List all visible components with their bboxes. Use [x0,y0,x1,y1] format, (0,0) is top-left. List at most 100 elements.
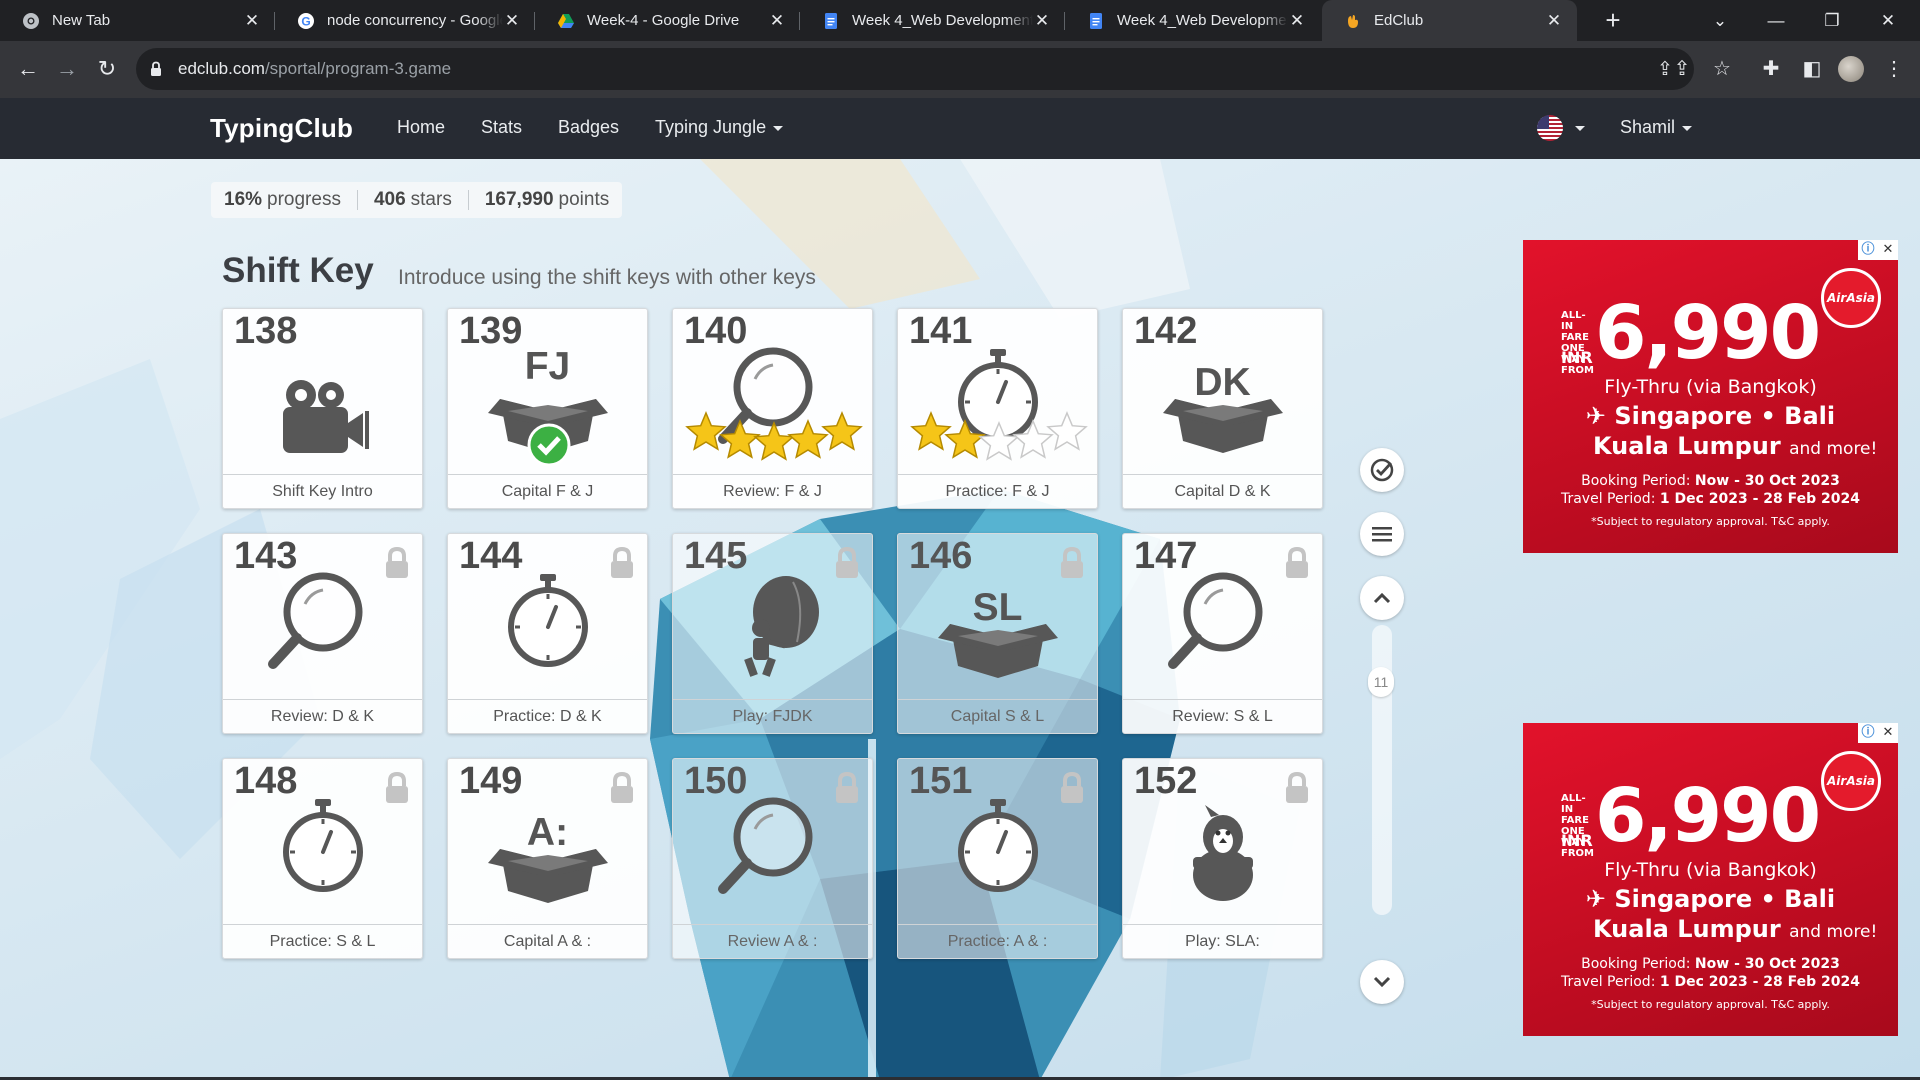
close-tab-icon[interactable]: ✕ [1288,11,1306,30]
tab-title: Week 4_Web Development [852,12,1033,29]
lesson-card-147[interactable]: 147 Review: S & L [1122,533,1323,734]
program-map: 16% progress 406 stars 167,990 points Shift… [0,159,1920,1080]
check-progress-button[interactable] [1360,448,1404,492]
tab-title: Week 4_Web Development [1117,12,1288,29]
lesson-card-148[interactable]: 148 Practice: S & L [222,758,423,959]
forward-icon[interactable]: → [51,53,83,85]
close-icon[interactable]: ✕ [1878,240,1898,260]
ad-fine-print: *Subject to regulatory approval. T&C app… [1591,998,1830,1011]
scroll-down-button[interactable] [1360,960,1404,1004]
back-icon[interactable]: ← [12,53,44,85]
ad-destinations: ✈ Singapore • Bali [1585,885,1836,913]
lock-icon [608,771,636,810]
close-icon[interactable]: ✕ [1878,723,1898,743]
lesson-card-152[interactable]: 152 Play: SLA: [1122,758,1323,959]
completed-check-icon [527,423,571,472]
close-tab-icon[interactable]: ✕ [243,11,261,30]
site-navbar: TypingClub Home Stats Badges Typing Jung… [0,98,1920,159]
lesson-label: Review: F & J [673,474,872,508]
user-menu[interactable]: Shamil [1620,117,1693,138]
share-page-icon[interactable]: ⇪ [1666,53,1698,85]
extensions-puzzle-icon[interactable]: ✚ [1755,53,1787,85]
lesson-card-144[interactable]: 144 Practice: D & K [447,533,648,734]
lesson-card-151[interactable]: 151 Practice: A & : [897,758,1098,959]
airasia-ad-top[interactable]: ⓘ ✕ AirAsia ALL-IN FARE ONE WAY FROM INR … [1523,240,1898,553]
new-tab-button[interactable]: + [1597,5,1629,37]
info-icon[interactable]: ⓘ [1858,240,1878,260]
ad-fly-thru: Fly-Thru (via Bangkok) [1604,376,1817,398]
brand-logo[interactable]: TypingClub [210,113,353,144]
scroll-page-indicator[interactable]: 11 [1368,667,1394,697]
ad-fly-thru: Fly-Thru (via Bangkok) [1604,859,1817,881]
info-icon[interactable]: ⓘ [1858,723,1878,743]
ad-currency: INR [1561,831,1593,850]
progress-label: progress [267,189,341,210]
ad-booking-period: Booking Period: Now - 30 Oct 2023 [1581,956,1840,972]
close-tab-icon[interactable]: ✕ [1545,11,1563,30]
ad-price: 6,990 [1595,290,1821,376]
lesson-card-143[interactable]: 143 Review: D & K [222,533,423,734]
scroll-up-button[interactable] [1360,576,1404,620]
chrome-icon [22,12,40,30]
minimize-icon[interactable]: — [1748,0,1804,41]
ad-choices[interactable]: ⓘ ✕ [1858,723,1898,743]
nav-typing-jungle[interactable]: Typing Jungle [655,117,784,138]
lesson-label: Capital F & J [448,474,647,508]
restore-icon[interactable]: ❐ [1804,0,1860,41]
nav-stats[interactable]: Stats [481,117,522,138]
stars-value: 406 [373,189,406,210]
language-dropdown[interactable] [1568,117,1585,138]
chevron-down-icon [1373,976,1391,988]
close-window-icon[interactable]: ✕ [1860,0,1916,41]
section-subtitle: Introduce using the shift keys with othe… [398,266,816,289]
tab-edclub[interactable]: EdClub ✕ [1322,0,1577,41]
lock-icon [1283,546,1311,585]
lesson-number: 141 [909,310,973,352]
google-docs-icon [1087,12,1105,30]
close-tab-icon[interactable]: ✕ [503,11,521,30]
tab-google-drive[interactable]: Week-4 - Google Drive ✕ [535,0,800,41]
lesson-card-142[interactable]: 142 DK Capital D & K [1122,308,1323,509]
us-flag-icon[interactable] [1537,115,1563,141]
tab-node-concurrency[interactable]: G node concurrency - Google ✕ [275,0,535,41]
address-bar[interactable]: edclub.com/sportal/program-3.game ⇪ [136,48,1694,90]
profile-avatar[interactable] [1838,56,1864,82]
lesson-number: 142 [1134,310,1198,352]
airasia-ad-bottom[interactable]: ⓘ ✕ AirAsia ALL-IN FARE ONE WAY FROM INR … [1523,723,1898,1036]
lesson-card-138[interactable]: 138 Shift Key Intro [222,308,423,509]
lock-icon[interactable] [150,61,162,82]
reload-icon[interactable]: ↻ [91,53,123,85]
nav-badges[interactable]: Badges [558,117,619,138]
user-name: Shamil [1620,117,1676,137]
close-tab-icon[interactable]: ✕ [768,11,786,30]
progress-summary: 16% progress 406 stars 167,990 points [211,182,623,218]
google-docs-icon [822,12,840,30]
close-tab-icon[interactable]: ✕ [1033,11,1051,30]
bookmark-star-icon[interactable]: ☆ [1706,53,1738,85]
ad-choices[interactable]: ⓘ ✕ [1858,240,1898,260]
tab-week4-doc-1[interactable]: Week 4_Web Development ✕ [800,0,1065,41]
menu-button[interactable] [1360,512,1404,556]
lesson-card-141[interactable]: 141 Practice: F & J [897,308,1098,509]
svg-text:G: G [301,14,310,28]
lesson-card-150[interactable]: 150 Review A & : [672,758,873,959]
side-panel-icon[interactable]: ◧ [1796,53,1828,85]
tab-new-tab[interactable]: New Tab ✕ [0,0,275,41]
tab-week4-doc-2[interactable]: Week 4_Web Development ✕ [1065,0,1320,41]
browser-menu-icon[interactable]: ⋮ [1878,53,1910,85]
chevron-down-icon [773,125,784,131]
lesson-label: Capital S & L [898,699,1097,733]
ad-travel-period: Travel Period: 1 Dec 2023 - 28 Feb 2024 [1560,974,1861,990]
lesson-card-145[interactable]: 145 Play: FJDK [672,533,873,734]
lesson-label: Practice: S & L [223,924,422,958]
lesson-label: Shift Key Intro [223,474,422,508]
tab-search-icon[interactable]: ⌄ [1692,0,1748,41]
lesson-card-140[interactable]: 140 Review: F & J [672,308,873,509]
ad-travel-period: Travel Period: 1 Dec 2023 - 28 Feb 2024 [1560,491,1861,507]
lesson-card-146[interactable]: 146 SL Capital S & L [897,533,1098,734]
nav-home[interactable]: Home [397,117,445,138]
lesson-number: 152 [1134,760,1198,802]
lesson-card-139[interactable]: 139 FJ Capital F & J [447,308,648,509]
lesson-card-149[interactable]: 149 A: Capital A & : [447,758,648,959]
lock-icon [383,546,411,585]
